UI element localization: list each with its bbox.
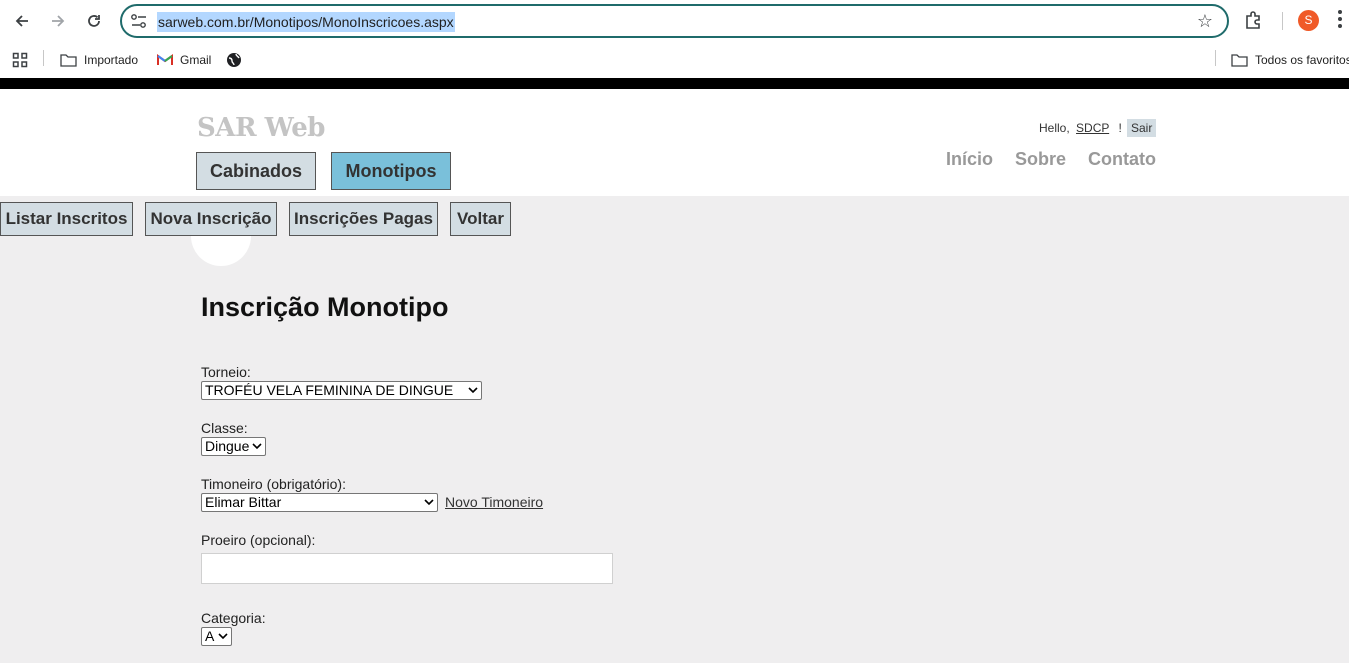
- chevron-down-icon: [424, 499, 434, 506]
- extensions-icon[interactable]: [1243, 10, 1265, 32]
- bookmark-star-icon[interactable]: ☆: [1197, 11, 1213, 32]
- menu-inicio[interactable]: Início: [946, 149, 993, 170]
- all-bookmarks[interactable]: Todos os favoritos: [1231, 50, 1349, 70]
- listar-inscritos-button[interactable]: Listar Inscritos: [0, 202, 133, 236]
- greeting-text: Hello,: [1039, 121, 1070, 135]
- tab-monotipos[interactable]: Monotipos: [331, 152, 451, 190]
- profile-avatar[interactable]: S: [1298, 10, 1319, 31]
- novo-timoneiro-link[interactable]: Novo Timoneiro: [445, 494, 543, 510]
- reload-icon[interactable]: [82, 9, 106, 33]
- login-status: Hello, SDCP !: [1039, 121, 1122, 135]
- chevron-down-icon: [468, 387, 478, 394]
- globe-icon[interactable]: [226, 50, 242, 70]
- toolbar-divider: [1282, 12, 1283, 30]
- timoneiro-value: Elimar Bittar: [205, 494, 282, 510]
- categoria-value: A: [205, 628, 215, 644]
- classe-label: Classe:: [201, 420, 248, 436]
- folder-icon: [60, 54, 77, 67]
- url-text[interactable]: sarweb.com.br/Monotipos/MonoInscricoes.a…: [157, 12, 455, 32]
- back-arrow-icon[interactable]: [10, 9, 34, 33]
- menu-sobre[interactable]: Sobre: [1015, 149, 1066, 170]
- categoria-select[interactable]: A: [201, 627, 232, 646]
- bookmarks-divider: [1215, 50, 1216, 66]
- site-header: SAR Web Cabinados Monotipos Hello, SDCP …: [0, 89, 1349, 196]
- torneio-value: TROFÉU VELA FEMININA DE DINGUE: [205, 382, 454, 398]
- tab-cabinados[interactable]: Cabinados: [196, 152, 316, 190]
- timoneiro-label: Timoneiro (obrigatório):: [201, 476, 346, 492]
- bookmarks-bar: Importado Gmail Todos os favoritos: [0, 42, 1349, 78]
- main-content: Listar Inscritos Nova Inscrição Inscriçõ…: [0, 196, 1349, 663]
- top-black-bar: [0, 78, 1349, 89]
- address-bar[interactable]: sarweb.com.br/Monotipos/MonoInscricoes.a…: [120, 4, 1229, 38]
- browser-menu-icon[interactable]: [1338, 10, 1342, 30]
- nova-inscricao-button[interactable]: Nova Inscrição: [145, 202, 277, 236]
- proeiro-label: Proeiro (opcional):: [201, 532, 316, 548]
- decorative-half-circle: [191, 236, 251, 266]
- categoria-label: Categoria:: [201, 610, 266, 626]
- bookmark-label: Importado: [84, 53, 139, 67]
- bookmark-gmail[interactable]: Gmail: [157, 50, 211, 70]
- inscricoes-pagas-button[interactable]: Inscrições Pagas: [289, 202, 438, 236]
- gmail-icon: [157, 54, 173, 65]
- voltar-button[interactable]: Voltar: [450, 202, 511, 236]
- logout-button[interactable]: Sair: [1127, 119, 1157, 137]
- site-title[interactable]: SAR Web: [197, 113, 325, 143]
- bookmarks-divider: [43, 50, 44, 66]
- proeiro-input[interactable]: [201, 553, 613, 584]
- classe-select[interactable]: Dingue: [201, 437, 266, 456]
- apps-grid-icon[interactable]: [12, 50, 28, 70]
- site-info-icon[interactable]: [130, 13, 148, 29]
- torneio-label: Torneio:: [201, 364, 251, 380]
- page-title: Inscrição Monotipo: [201, 292, 449, 322]
- chevron-down-icon: [218, 633, 228, 640]
- browser-toolbar: sarweb.com.br/Monotipos/MonoInscricoes.a…: [0, 0, 1349, 42]
- bookmark-label: Gmail: [180, 53, 212, 67]
- greeting-exclamation: !: [1118, 121, 1122, 135]
- folder-icon: [1231, 54, 1248, 67]
- classe-value: Dingue: [205, 438, 250, 454]
- menu-contato[interactable]: Contato: [1088, 149, 1156, 170]
- bookmark-importado[interactable]: Importado: [60, 50, 138, 70]
- forward-arrow-icon[interactable]: [46, 9, 70, 33]
- all-bookmarks-label: Todos os favoritos: [1255, 53, 1349, 67]
- username-link[interactable]: SDCP: [1076, 121, 1109, 135]
- timoneiro-select[interactable]: Elimar Bittar: [201, 493, 438, 512]
- torneio-select[interactable]: TROFÉU VELA FEMININA DE DINGUE: [201, 381, 482, 400]
- chevron-down-icon: [252, 443, 262, 450]
